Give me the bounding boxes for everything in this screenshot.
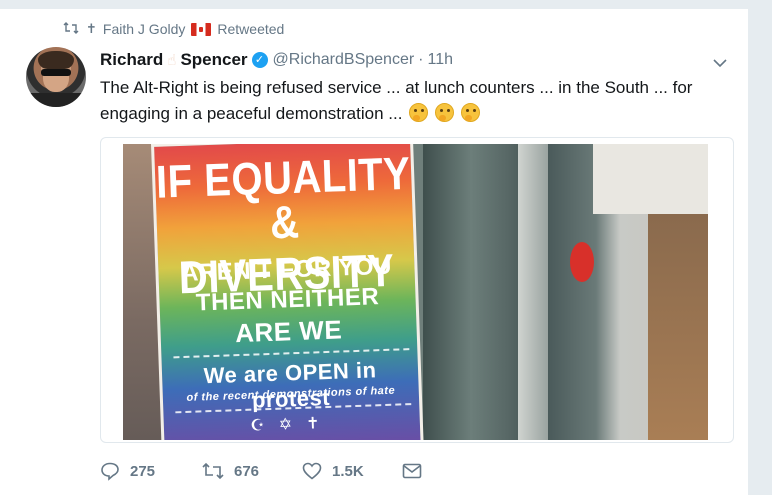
avatar-shirt xyxy=(26,93,86,107)
retweeter-name[interactable]: Faith J Goldy xyxy=(103,21,185,37)
like-count: 1.5K xyxy=(332,462,364,480)
tweet-media[interactable]: IF EQUALITY & DIVERSITY AREN'T FOR YOU T… xyxy=(100,137,734,443)
author-name-last[interactable]: Spencer xyxy=(180,50,247,70)
chevron-down-icon[interactable] xyxy=(712,55,728,71)
pointing-up-emoji: ☝ xyxy=(167,52,177,69)
retweet-icon xyxy=(202,462,224,480)
tweet-text: The Alt-Right is being refused service .… xyxy=(100,75,730,127)
retweet-context: ✝ Faith J Goldy Retweeted xyxy=(62,20,284,38)
heart-icon xyxy=(302,462,322,480)
avatar-sunglasses xyxy=(41,69,71,76)
direct-message-button[interactable] xyxy=(402,459,432,483)
author-name-first[interactable]: Richard xyxy=(100,50,163,70)
photo-red-sticker xyxy=(570,242,594,282)
photo-door-edge xyxy=(518,144,548,440)
tweet-header: Richard ☝ Spencer ✓ @RichardBSpencer · 1… xyxy=(100,49,453,71)
tweet-text-body: The Alt-Right is being refused service .… xyxy=(100,78,693,123)
retweet-button[interactable]: 676 xyxy=(202,459,302,483)
cross-symbol: ✝ xyxy=(86,21,97,36)
verified-badge-icon: ✓ xyxy=(251,52,268,68)
photo-wood-frame xyxy=(648,214,708,440)
avatar-hair xyxy=(38,51,74,69)
tweet-actions: 275 676 1.5K xyxy=(100,459,432,483)
media-photo[interactable]: IF EQUALITY & DIVERSITY AREN'T FOR YOU T… xyxy=(123,144,708,440)
tweet-timestamp[interactable]: 11h xyxy=(428,51,454,69)
photo-wall-sign xyxy=(593,144,708,214)
tweet-card[interactable]: ✝ Faith J Goldy Retweeted Richard ☝ Spen… xyxy=(0,8,748,495)
thinking-face-emoji xyxy=(409,103,429,122)
reply-button[interactable]: 275 xyxy=(100,459,202,483)
poster-line: ARE WE xyxy=(234,314,343,349)
retweeted-label: Retweeted xyxy=(217,21,285,37)
reply-icon xyxy=(100,461,120,481)
rainbow-poster: IF EQUALITY & DIVERSITY AREN'T FOR YOU T… xyxy=(151,144,424,440)
retweet-icon xyxy=(62,21,80,38)
canada-flag-icon xyxy=(191,22,212,36)
separator-dot: · xyxy=(418,51,424,68)
like-button[interactable]: 1.5K xyxy=(302,459,402,483)
thinking-face-emoji xyxy=(434,103,454,122)
thinking-face-emoji xyxy=(460,103,480,122)
retweet-count: 676 xyxy=(234,462,260,480)
envelope-icon xyxy=(402,463,422,479)
avatar[interactable] xyxy=(26,47,86,107)
author-handle[interactable]: @RichardBSpencer xyxy=(273,51,415,69)
reply-count: 275 xyxy=(130,462,156,480)
